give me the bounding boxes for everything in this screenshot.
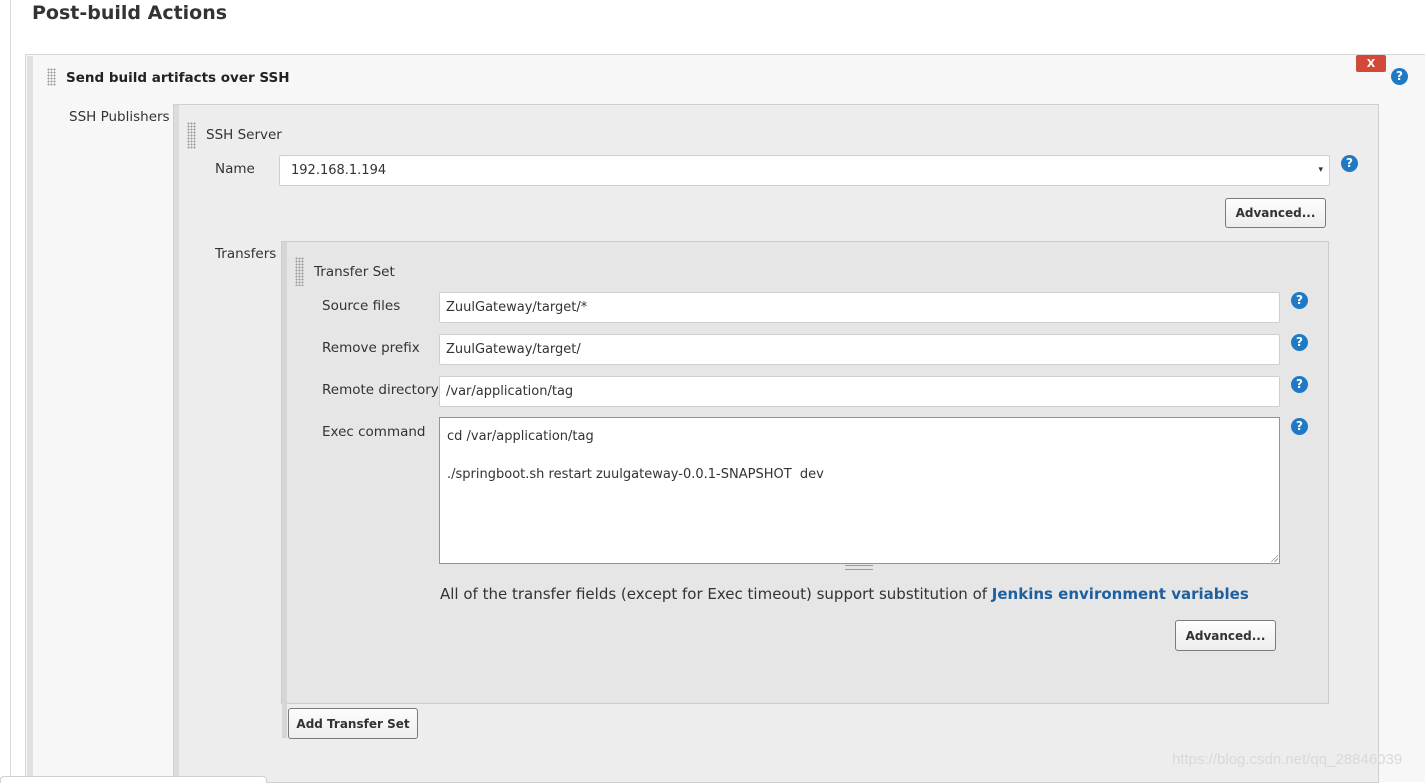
remove-prefix-label: Remove prefix bbox=[322, 340, 420, 356]
transfer-set-side-bar bbox=[282, 242, 287, 738]
ssh-server-title: SSH Server bbox=[206, 127, 282, 143]
server-name-select[interactable]: 192.168.1.194 ▾ bbox=[279, 155, 1330, 186]
drag-grip-icon[interactable] bbox=[47, 68, 56, 86]
chevron-down-icon: ▾ bbox=[1318, 165, 1323, 175]
exec-command-line: cd /var/application/tag bbox=[447, 429, 594, 444]
section-title: Post-build Actions bbox=[32, 2, 228, 24]
page-left-rule bbox=[10, 0, 11, 781]
name-label: Name bbox=[215, 161, 255, 177]
step-help-icon[interactable]: ? bbox=[1391, 68, 1408, 85]
server-advanced-button[interactable]: Advanced... bbox=[1225, 198, 1326, 228]
remote-directory-input[interactable]: /var/application/tag bbox=[439, 376, 1280, 407]
exec-command-line bbox=[447, 446, 1272, 465]
substitution-note: All of the transfer fields (except for E… bbox=[440, 585, 1249, 603]
source-files-value: ZuulGateway/target/* bbox=[446, 300, 588, 315]
textarea-resize-handle[interactable] bbox=[845, 565, 873, 570]
transfer-advanced-button[interactable]: Advanced... bbox=[1175, 620, 1276, 651]
remove-prefix-value: ZuulGateway/target/ bbox=[446, 342, 581, 357]
jenkins-env-vars-link[interactable]: Jenkins environment variables bbox=[992, 585, 1249, 603]
remote-directory-label: Remote directory bbox=[322, 382, 439, 398]
drag-grip-icon[interactable] bbox=[187, 122, 196, 149]
exec-command-textarea[interactable]: cd /var/application/tag ./springboot.sh … bbox=[439, 417, 1280, 564]
watermark: https://blog.csdn.net/qq_28846039 bbox=[1172, 751, 1403, 768]
exec-command-line: ./springboot.sh restart zuulgateway-0.0.… bbox=[447, 467, 824, 482]
resize-corner-icon[interactable] bbox=[1270, 554, 1278, 562]
source-files-label: Source files bbox=[322, 298, 401, 314]
bottom-tab-edge bbox=[0, 776, 267, 783]
exec-command-label: Exec command bbox=[322, 424, 426, 440]
source-files-input[interactable]: ZuulGateway/target/* bbox=[439, 292, 1280, 323]
substitution-note-text: All of the transfer fields (except for E… bbox=[440, 585, 992, 603]
ssh-server-side-bar bbox=[174, 105, 179, 781]
transfers-label: Transfers bbox=[215, 246, 277, 262]
remove-prefix-input[interactable]: ZuulGateway/target/ bbox=[439, 334, 1280, 365]
exec-command-help-icon[interactable]: ? bbox=[1291, 418, 1308, 435]
drag-grip-icon[interactable] bbox=[295, 257, 304, 286]
name-help-icon[interactable]: ? bbox=[1341, 155, 1358, 172]
remote-directory-help-icon[interactable]: ? bbox=[1291, 376, 1308, 393]
source-files-help-icon[interactable]: ? bbox=[1291, 292, 1308, 309]
remove-prefix-help-icon[interactable]: ? bbox=[1291, 334, 1308, 351]
ssh-step-side-bar bbox=[27, 56, 33, 781]
ssh-publishers-label: SSH Publishers bbox=[69, 109, 170, 125]
delete-step-button[interactable]: X bbox=[1356, 55, 1386, 72]
step-title: Send build artifacts over SSH bbox=[66, 70, 290, 86]
remote-directory-value: /var/application/tag bbox=[446, 384, 574, 399]
server-name-value: 192.168.1.194 bbox=[291, 163, 387, 178]
add-transfer-set-button[interactable]: Add Transfer Set bbox=[288, 708, 418, 739]
transfer-set-title: Transfer Set bbox=[314, 264, 395, 280]
